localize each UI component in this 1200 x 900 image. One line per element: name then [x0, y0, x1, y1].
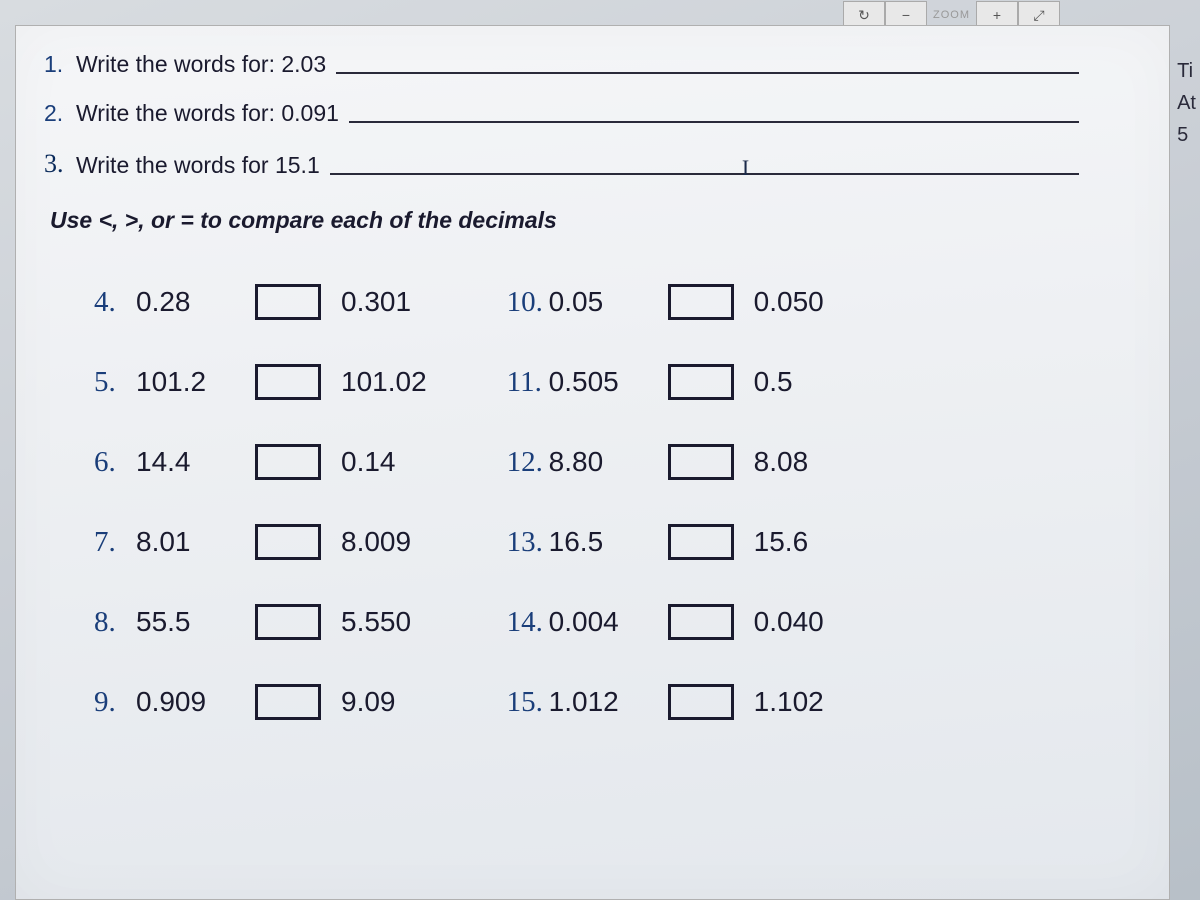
worksheet-page: 1. Write the words for: 2.03 2. Write th…: [15, 25, 1170, 900]
answer-box[interactable]: [255, 524, 321, 560]
side-text-2: At: [1177, 87, 1196, 119]
answer-box[interactable]: [668, 604, 734, 640]
row-number: 10.: [507, 286, 549, 319]
question-1: 1. Write the words for: 2.03: [44, 51, 1139, 78]
value-right: 0.5: [754, 366, 793, 398]
row-number: 8.: [94, 606, 136, 639]
value-left: 8.80: [549, 446, 654, 478]
value-left: 0.505: [549, 366, 654, 398]
row-number: 6.: [94, 446, 136, 479]
row-number: 12.: [507, 446, 549, 479]
value-left: 1.012: [549, 686, 654, 718]
compare-row: 11. 0.505 0.5: [507, 364, 824, 400]
row-number: 13.: [507, 526, 549, 559]
answer-box[interactable]: [255, 284, 321, 320]
value-right: 8.08: [754, 446, 809, 478]
answer-box[interactable]: [668, 524, 734, 560]
question-number: 1.: [44, 51, 68, 78]
compare-row: 14. 0.004 0.040: [507, 604, 824, 640]
row-number: 9.: [94, 686, 136, 719]
compare-row: 6. 14.4 0.14: [94, 444, 427, 480]
value-right: 1.102: [754, 686, 824, 718]
compare-row: 8. 55.5 5.550: [94, 604, 427, 640]
compare-row: 5. 101.2 101.02: [94, 364, 427, 400]
row-number: 7.: [94, 526, 136, 559]
side-text-3: 5: [1177, 119, 1196, 151]
side-text-1: Ti: [1177, 55, 1196, 87]
question-text: Write the words for: 2.03: [76, 51, 326, 78]
value-right: 15.6: [754, 526, 809, 558]
compare-row: 9. 0.909 9.09: [94, 684, 427, 720]
compare-row: 4. 0.28 0.301: [94, 284, 427, 320]
value-right: 0.050: [754, 286, 824, 318]
value-left: 101.2: [136, 366, 241, 398]
text-cursor: I: [742, 155, 749, 181]
compare-row: 15. 1.012 1.102: [507, 684, 824, 720]
answer-box[interactable]: [255, 684, 321, 720]
value-left: 16.5: [549, 526, 654, 558]
value-right: 5.550: [341, 606, 411, 638]
question-number: 2.: [44, 100, 68, 127]
column-right: 10. 0.05 0.050 11. 0.505 0.5 12. 8.80 8.…: [507, 284, 824, 720]
sidebar-fragment: Ti At 5: [1177, 55, 1196, 151]
value-left: 0.28: [136, 286, 241, 318]
plus-icon: +: [993, 7, 1001, 23]
row-number: 4.: [94, 286, 136, 319]
minus-icon: −: [902, 7, 910, 23]
answer-blank[interactable]: [336, 72, 1079, 74]
value-right: 101.02: [341, 366, 427, 398]
value-right: 0.14: [341, 446, 396, 478]
question-text: Write the words for: 0.091: [76, 100, 339, 127]
answer-blank[interactable]: [349, 121, 1079, 123]
row-number: 15.: [507, 686, 549, 719]
value-left: 0.909: [136, 686, 241, 718]
value-right: 8.009: [341, 526, 411, 558]
question-number: 3.: [44, 149, 68, 179]
answer-blank[interactable]: I: [330, 173, 1079, 175]
row-number: 5.: [94, 366, 136, 399]
answer-box[interactable]: [668, 284, 734, 320]
column-left: 4. 0.28 0.301 5. 101.2 101.02 6. 14.4 0.…: [94, 284, 427, 720]
answer-box[interactable]: [668, 684, 734, 720]
compare-row: 10. 0.05 0.050: [507, 284, 824, 320]
answer-box[interactable]: [668, 364, 734, 400]
value-left: 8.01: [136, 526, 241, 558]
value-left: 0.004: [549, 606, 654, 638]
value-left: 55.5: [136, 606, 241, 638]
question-3: 3. Write the words for 15.1 I: [44, 149, 1139, 179]
answer-box[interactable]: [255, 364, 321, 400]
answer-box[interactable]: [255, 444, 321, 480]
value-left: 0.05: [549, 286, 654, 318]
answer-box[interactable]: [668, 444, 734, 480]
answer-box[interactable]: [255, 604, 321, 640]
compare-row: 12. 8.80 8.08: [507, 444, 824, 480]
expand-icon: ⤢: [1033, 7, 1044, 24]
compare-row: 13. 16.5 15.6: [507, 524, 824, 560]
value-right: 0.301: [341, 286, 411, 318]
value-right: 9.09: [341, 686, 396, 718]
question-text: Write the words for 15.1: [76, 152, 320, 179]
value-right: 0.040: [754, 606, 824, 638]
zoom-label: ZOOM: [927, 9, 976, 21]
row-number: 11.: [507, 366, 549, 399]
question-2: 2. Write the words for: 0.091: [44, 100, 1139, 127]
value-left: 14.4: [136, 446, 241, 478]
section-instruction: Use <, >, or = to compare each of the de…: [50, 207, 1139, 234]
compare-row: 7. 8.01 8.009: [94, 524, 427, 560]
refresh-icon: ↻: [858, 7, 870, 24]
row-number: 14.: [507, 606, 549, 639]
comparison-grid: 4. 0.28 0.301 5. 101.2 101.02 6. 14.4 0.…: [44, 284, 1139, 720]
